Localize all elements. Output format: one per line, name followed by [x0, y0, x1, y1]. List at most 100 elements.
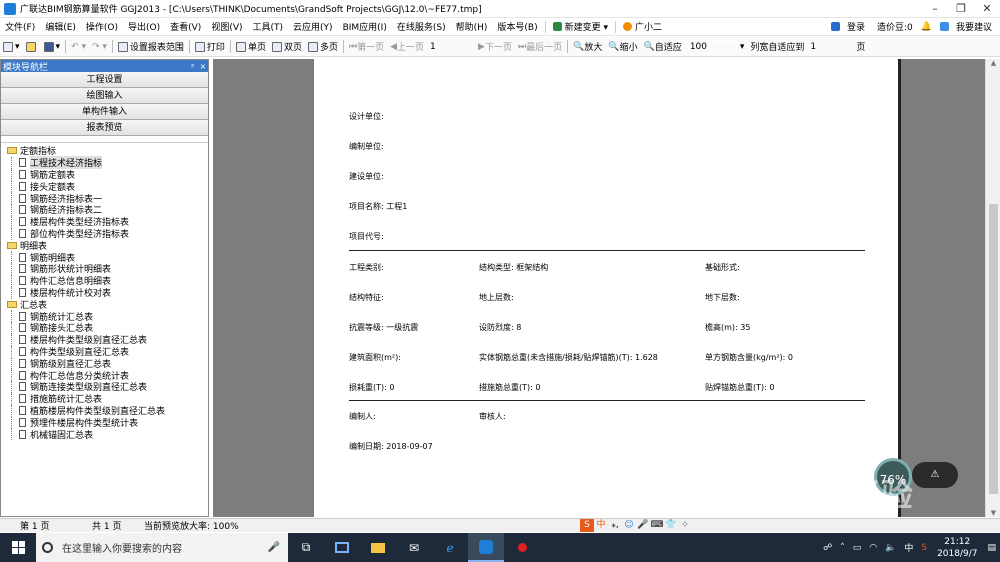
skin-icon[interactable]: 👕 — [664, 519, 678, 532]
undo-button[interactable]: ↶ ▾ — [68, 42, 89, 52]
menu-edit[interactable]: 编辑(E) — [40, 20, 81, 33]
edge-icon[interactable]: ℯ — [432, 533, 468, 562]
tree-item[interactable]: 钢筋定额表 — [7, 168, 208, 181]
menu-online[interactable]: 在线服务(S) — [392, 20, 451, 33]
tree-item[interactable]: 楼层构件类型经济指标表 — [7, 215, 208, 228]
tree-item[interactable]: 钢筋明细表 — [7, 251, 208, 264]
open-button[interactable] — [23, 41, 41, 52]
ime-icon[interactable]: 中 — [900, 541, 917, 554]
print-button[interactable]: 打印 — [192, 40, 228, 53]
nav-project-settings[interactable]: 工程设置 — [1, 72, 208, 88]
ggj-app-icon[interactable] — [468, 533, 504, 562]
tree-item[interactable]: 工程技术经济指标 — [7, 156, 208, 170]
emoji-icon[interactable]: ☺ — [622, 519, 636, 532]
double-page-button[interactable]: 双页 — [269, 40, 305, 53]
feedback-button[interactable]: 我要建议 — [936, 20, 1000, 33]
menu-view[interactable]: 查看(V) — [165, 20, 206, 33]
menu-version[interactable]: 版本号(B) — [492, 20, 542, 33]
column-page-field[interactable]: 1 — [807, 42, 853, 52]
taskbar-search[interactable]: 在这里输入你要搜索的内容 🎤 — [36, 533, 288, 562]
microphone-icon[interactable]: 🎤 — [268, 542, 280, 553]
page-number-field[interactable]: 1 — [427, 42, 475, 52]
tree-item[interactable]: 植筋楼层构件类型级别直径汇总表 — [7, 404, 208, 417]
maximize-button[interactable]: ❐ — [948, 2, 974, 15]
tree-group[interactable]: 汇总表 — [7, 298, 208, 311]
scroll-down-icon[interactable]: ▼ — [986, 509, 1000, 517]
ime-punct-icon[interactable]: ⁎, — [608, 519, 622, 532]
last-page-button[interactable]: ⏭ 最后一页 — [515, 40, 565, 54]
tree-item[interactable]: 钢筋接头汇总表 — [7, 321, 208, 334]
tree-item[interactable]: 楼层构件统计校对表 — [7, 286, 208, 299]
nav-drawing-input[interactable]: 绘图输入 — [1, 88, 208, 104]
tree-item[interactable]: 部位构件类型经济指标表 — [7, 227, 208, 240]
single-page-button[interactable]: 单页 — [233, 40, 269, 53]
tree-item[interactable]: 构件类型级别直径汇总表 — [7, 345, 208, 358]
toolbox-icon[interactable]: ⁘ — [678, 519, 692, 532]
save-button[interactable]: ▾ — [41, 41, 64, 52]
first-page-button[interactable]: ⏮ 第一页 — [346, 40, 387, 54]
tree-item[interactable]: 钢筋形状统计明细表 — [7, 262, 208, 275]
microphone-icon[interactable]: 🎤 — [636, 519, 650, 532]
tree-item[interactable]: 楼层构件类型级别直径汇总表 — [7, 333, 208, 346]
menu-cloud[interactable]: 云应用(Y) — [288, 20, 338, 33]
tree-item[interactable]: 钢筋连接类型级别直径汇总表 — [7, 380, 208, 393]
wifi-icon[interactable]: ◠ — [865, 543, 881, 553]
scroll-thumb[interactable] — [989, 204, 998, 494]
prev-page-button[interactable]: ◀ 上一页 — [387, 40, 427, 54]
pin-icon[interactable]: ᵖ — [188, 62, 198, 71]
zoom-out-button[interactable]: 🔍 缩小 — [605, 40, 640, 54]
file-explorer-icon[interactable] — [360, 533, 396, 562]
ime-chinese-icon[interactable]: 中 — [594, 519, 608, 532]
keyboard-icon[interactable]: ⌨ — [650, 519, 664, 532]
assistant-button[interactable]: 广小二 — [618, 20, 667, 33]
zoom-dropdown[interactable]: ▾ — [737, 42, 748, 52]
tree-item[interactable]: 钢筋级别直径汇总表 — [7, 357, 208, 370]
tree-item[interactable]: 构件汇总信息分类统计表 — [7, 369, 208, 382]
menu-window-view[interactable]: 视图(V) — [206, 20, 247, 33]
mail-icon[interactable]: ✉ — [396, 533, 432, 562]
tree-group[interactable]: 定额指标 — [7, 145, 208, 157]
bell-icon[interactable]: 🔔 — [917, 22, 936, 32]
vertical-scrollbar[interactable]: ▲ ▼ — [985, 59, 1000, 517]
volume-icon[interactable]: 🔈 — [881, 543, 900, 553]
app-icon-remote[interactable] — [324, 533, 360, 562]
task-view-icon[interactable]: ⧉ — [288, 533, 324, 562]
menu-tools[interactable]: 工具(T) — [248, 20, 289, 33]
people-icon[interactable]: ☍ — [819, 543, 836, 553]
start-button[interactable] — [0, 533, 36, 562]
multi-page-button[interactable]: 多页 — [305, 40, 341, 53]
notification-icon[interactable]: ▤ — [983, 543, 1000, 553]
report-range-button[interactable]: 设置报表范围 — [115, 40, 187, 53]
nav-report-preview[interactable]: 报表预览 — [1, 120, 208, 136]
tree-item[interactable]: 钢筋统计汇总表 — [7, 310, 208, 323]
nav-single-component[interactable]: 单构件输入 — [1, 104, 208, 120]
battery-icon[interactable]: ▭ — [849, 543, 866, 553]
menu-export[interactable]: 导出(O) — [123, 20, 165, 33]
new-change-menu[interactable]: 新建变更 ▾ — [548, 20, 613, 33]
show-hidden-icon[interactable]: ˄ — [836, 543, 849, 553]
login-button[interactable]: 登录 — [827, 20, 873, 33]
sogou-icon[interactable]: S — [580, 518, 594, 532]
new-file-button[interactable]: ▾ — [0, 41, 23, 52]
tree-item[interactable]: 构件汇总信息明细表 — [7, 274, 208, 287]
tree-item[interactable]: 钢筋经济指标表一 — [7, 192, 208, 205]
zoom-in-button[interactable]: 🔍 放大 — [570, 40, 605, 54]
tree-item[interactable]: 机械锚固汇总表 — [7, 428, 208, 441]
close-button[interactable]: ✕ — [974, 2, 1000, 15]
tree-group[interactable]: 明细表 — [7, 239, 208, 252]
cost-beans[interactable]: 造价豆:0 — [873, 20, 917, 33]
fit-button[interactable]: 🔍 自适应 — [641, 40, 685, 54]
clock[interactable]: 21:12 2018/9/7 — [931, 536, 983, 560]
tree-item[interactable]: 钢筋经济指标表二 — [7, 203, 208, 216]
menu-bim[interactable]: BIM应用(I) — [338, 20, 392, 33]
minimize-button[interactable]: – — [922, 2, 948, 15]
tree-item[interactable]: 预埋件楼层构件类型统计表 — [7, 416, 208, 429]
redo-button[interactable]: ↷ ▾ — [89, 42, 110, 52]
menu-help[interactable]: 帮助(H) — [451, 20, 493, 33]
sogou-tray-icon[interactable]: S — [917, 543, 931, 553]
network-widget[interactable]: ⚠ — [912, 462, 958, 488]
menu-operate[interactable]: 操作(O) — [81, 20, 123, 33]
next-page-button[interactable]: ▶ 下一页 — [475, 40, 515, 54]
recorder-icon[interactable] — [504, 533, 540, 562]
panel-close-icon[interactable]: × — [198, 62, 208, 71]
